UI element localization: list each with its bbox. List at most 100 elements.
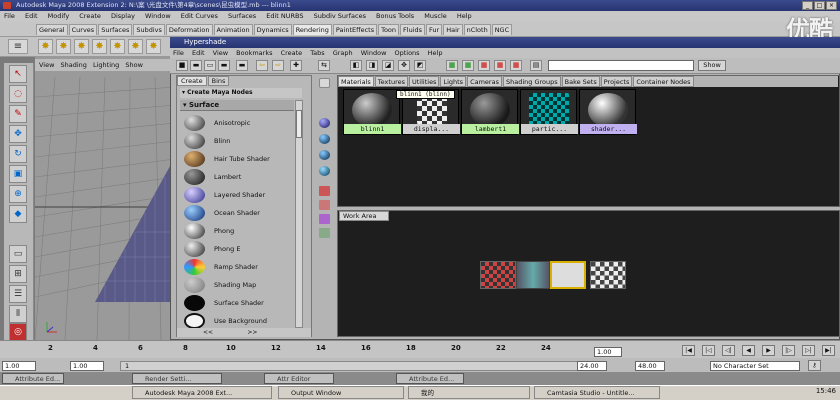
sort-icon[interactable]: ▤	[530, 60, 542, 71]
menu-item[interactable]: Edit	[25, 12, 38, 20]
menu-item[interactable]: Muscle	[424, 12, 447, 20]
scrollbar-thumb[interactable]	[296, 110, 302, 138]
toggle-panel-icon[interactable]: ▬	[190, 60, 202, 71]
minimized-window[interactable]: Attribute Ed...	[396, 373, 464, 384]
task-output-window[interactable]: Output Window	[278, 386, 404, 399]
shelf-tab[interactable]: nCloth	[463, 24, 491, 35]
minimize-icon[interactable]: _	[802, 1, 813, 10]
minimized-window[interactable]: Attribute Ed...	[2, 373, 64, 384]
hs-menu-item[interactable]: Options	[394, 49, 419, 57]
swatch-view-icon[interactable]: ▦	[478, 60, 490, 71]
layout-graph-icon[interactable]: ⫴	[9, 305, 27, 323]
task-folder[interactable]: 我的	[408, 386, 530, 399]
rearrange-icon[interactable]: ⇆	[318, 60, 330, 71]
start-time-field[interactable]: 1.00	[2, 361, 36, 371]
shelf-tab[interactable]: Surfaces	[98, 24, 133, 35]
go-to-end-icon[interactable]: ▶|	[822, 345, 835, 356]
minimized-window[interactable]: Attr Editor	[264, 373, 334, 384]
graph-input-icon[interactable]: ◧	[350, 60, 362, 71]
shader-item-lambert[interactable]: Lambert	[184, 169, 294, 186]
lasso-tool-icon[interactable]: ◌	[9, 85, 27, 103]
surface-category[interactable]: ▾ Surface	[180, 100, 294, 111]
menu-item[interactable]: Bonus Tools	[376, 12, 414, 20]
step-back-icon[interactable]: |◁	[702, 345, 715, 356]
texture-icon[interactable]	[319, 228, 330, 238]
hs-menu-item[interactable]: Create	[281, 49, 303, 57]
shader-item-shading-map[interactable]: Shading Map	[184, 277, 294, 294]
range-slider[interactable]: 1	[120, 361, 580, 371]
light-icon[interactable]: ✸	[56, 39, 71, 54]
manipulator-icon[interactable]: ⊕	[9, 185, 27, 203]
step-forward-icon[interactable]: ▷|	[802, 345, 815, 356]
create-nodes-dropdown[interactable]: ▾ Create Maya Nodes	[180, 88, 302, 98]
material-swatch-blinn1[interactable]: blinn1	[343, 89, 401, 135]
material-swatch-lambert1[interactable]: lambert1	[461, 89, 519, 135]
swatch-view-icon[interactable]: ▦	[446, 60, 458, 71]
texture-icon[interactable]	[319, 200, 330, 210]
material-icon[interactable]	[319, 118, 330, 128]
shader-item-phong-e[interactable]: Phong E	[184, 241, 294, 258]
tab-create[interactable]: Create	[177, 76, 207, 86]
swatch-view-icon[interactable]: ▦	[510, 60, 522, 71]
pane-nav[interactable]: << >>	[177, 328, 311, 337]
tab-work-area[interactable]: Work Area	[339, 211, 389, 221]
hs-menu-item[interactable]: Edit	[192, 49, 205, 57]
current-frame-field[interactable]: 1.00	[594, 347, 622, 357]
shelf-menu-icon[interactable]: ≡	[8, 39, 28, 54]
close-icon[interactable]: ×	[826, 1, 837, 10]
graph-io-icon[interactable]: ◨	[366, 60, 378, 71]
work-area-pane[interactable]	[337, 210, 840, 337]
texture-icon[interactable]	[319, 214, 330, 224]
layout-single-icon[interactable]: ▭	[9, 245, 27, 263]
shader-item-phong[interactable]: Phong	[184, 223, 294, 240]
hs-menu-item[interactable]: View	[213, 49, 228, 57]
shelf-tab[interactable]: Animation	[213, 24, 253, 35]
viewport-menu-item[interactable]: Shading	[61, 61, 87, 69]
tab-projects[interactable]: Projects	[600, 76, 633, 87]
shelf-tab[interactable]: PaintEffects	[332, 24, 378, 35]
shader-item-hair-tube[interactable]: Hair Tube Shader	[184, 151, 294, 168]
graph-network-icon[interactable]: ✥	[398, 60, 410, 71]
toggle-panel-icon[interactable]: ▬	[218, 60, 230, 71]
work-node-texture[interactable]	[480, 261, 516, 289]
shelf-tab[interactable]: Deformation	[165, 24, 213, 35]
menu-item[interactable]: Create	[79, 12, 101, 20]
light-icon[interactable]: ✸	[128, 39, 143, 54]
shelf-tab[interactable]: Subdivs	[133, 24, 165, 35]
viewport-menu-item[interactable]: Show	[125, 61, 143, 69]
material-icon[interactable]	[319, 134, 330, 144]
shelf-tab[interactable]: Toon	[378, 24, 400, 35]
material-swatch-particle[interactable]: partic...	[520, 89, 578, 135]
menu-item[interactable]: Subdiv Surfaces	[314, 12, 366, 20]
hs-menu-item[interactable]: Bookmarks	[236, 49, 272, 57]
step-forward-key-icon[interactable]: |▷	[782, 345, 795, 356]
toggle-panel-icon[interactable]: ▬	[236, 60, 248, 71]
shelf-tab[interactable]: General	[36, 24, 68, 35]
tab-menu-icon[interactable]	[319, 78, 330, 88]
hs-menu-item[interactable]: File	[173, 49, 184, 57]
last-tool-icon[interactable]: ◆	[9, 205, 27, 223]
search-input[interactable]	[548, 60, 694, 71]
material-icon[interactable]	[319, 166, 330, 176]
work-node-checker[interactable]	[590, 261, 626, 289]
menu-item[interactable]: Surfaces	[228, 12, 256, 20]
end-time-field[interactable]: 48.00	[635, 361, 665, 371]
menu-item[interactable]: File	[4, 12, 15, 20]
character-set-dropdown[interactable]: No Character Set	[710, 361, 800, 371]
shader-item-surface[interactable]: Surface Shader	[184, 295, 294, 312]
layout-outliner-icon[interactable]: ☰	[9, 285, 27, 303]
material-icon[interactable]	[319, 150, 330, 160]
play-backward-icon[interactable]: ◀	[742, 345, 755, 356]
shelf-tab[interactable]: Fur	[426, 24, 443, 35]
tab-lights[interactable]: Lights	[440, 76, 467, 87]
menu-item[interactable]: Modify	[48, 12, 70, 20]
task-camtasia[interactable]: Camtasia Studio - Untitle...	[534, 386, 660, 399]
scale-tool-icon[interactable]: ▣	[9, 165, 27, 183]
hs-menu-item[interactable]: Graph	[333, 49, 353, 57]
key-icon[interactable]: ⚷	[808, 360, 821, 371]
swatch-view-icon[interactable]: ▦	[494, 60, 506, 71]
graph-icon[interactable]: ◩	[414, 60, 426, 71]
tab-materials[interactable]: Materials	[338, 76, 374, 87]
back-arrow-icon[interactable]: ⇦	[256, 60, 268, 71]
shader-item-ocean[interactable]: Ocean Shader	[184, 205, 294, 222]
